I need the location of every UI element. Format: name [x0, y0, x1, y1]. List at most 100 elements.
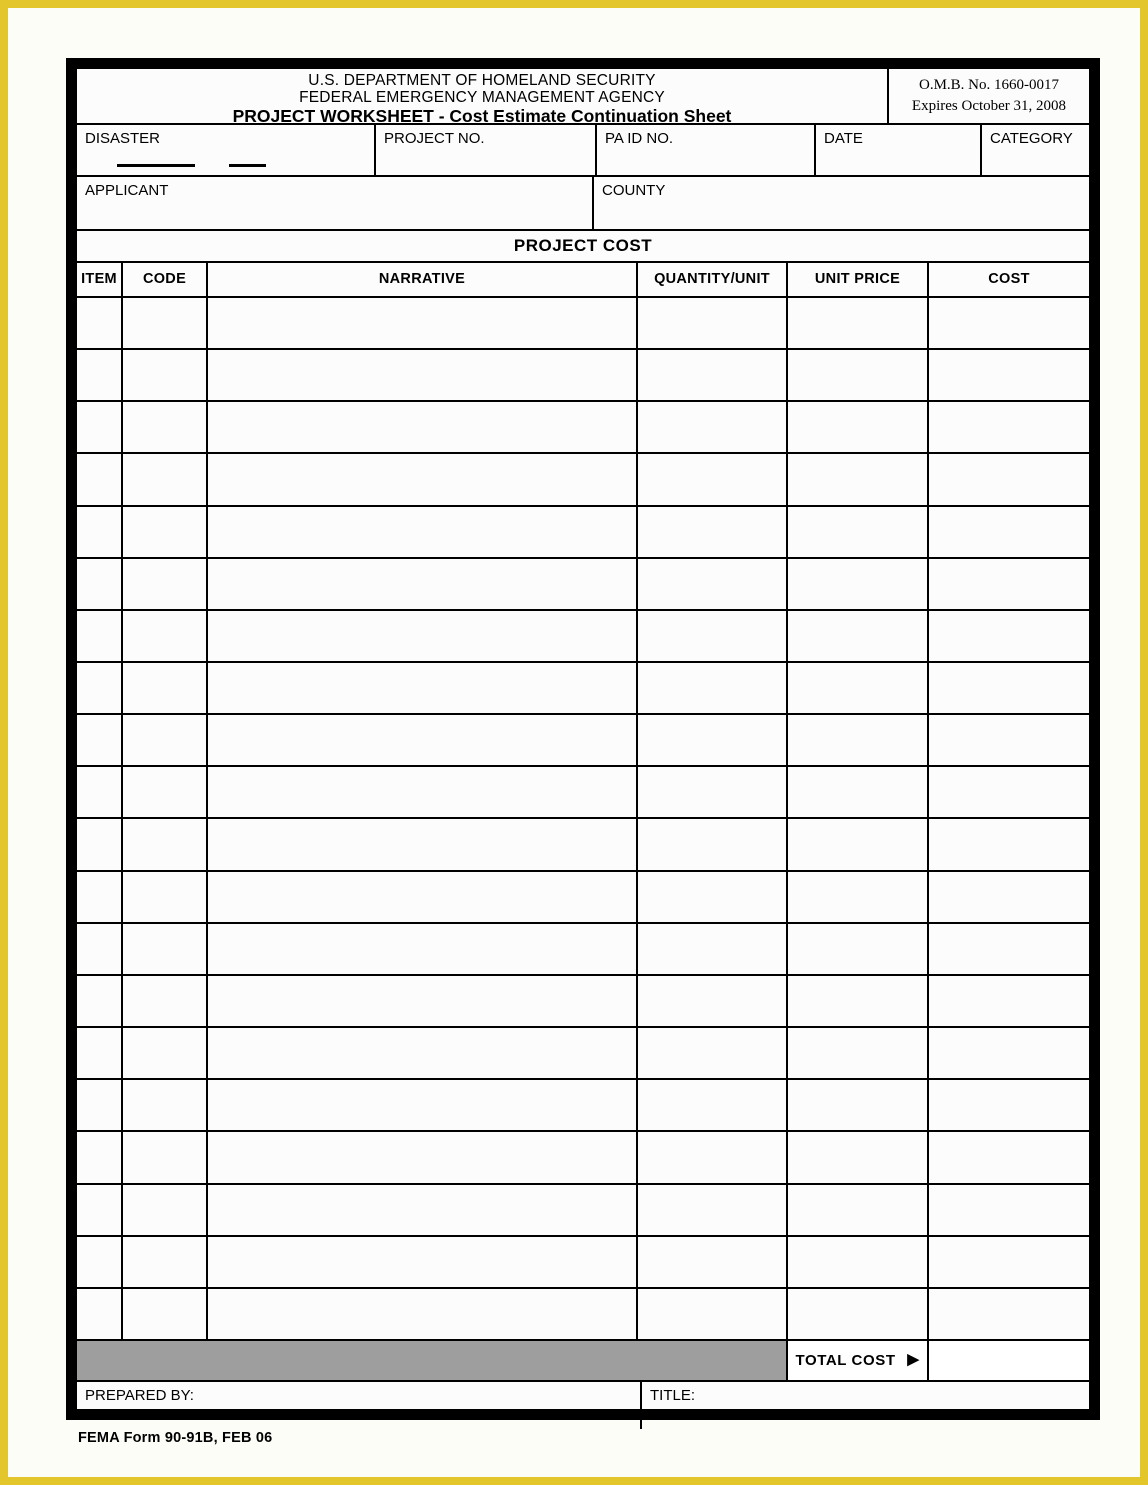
- project-no-field[interactable]: PROJECT NO.: [376, 125, 595, 175]
- cell-item[interactable]: [77, 1080, 121, 1130]
- applicant-field[interactable]: APPLICANT: [77, 177, 592, 229]
- cell-item[interactable]: [77, 872, 121, 922]
- cell-cost[interactable]: [929, 1132, 1100, 1182]
- cell-item[interactable]: [77, 820, 121, 870]
- cell-quantity-unit[interactable]: [638, 402, 786, 452]
- cell-item[interactable]: [77, 402, 121, 452]
- cell-code[interactable]: [123, 611, 206, 661]
- cell-unit-price[interactable]: [788, 872, 927, 922]
- cell-item[interactable]: [77, 1028, 121, 1078]
- cell-unit-price[interactable]: [788, 1185, 927, 1235]
- cell-code[interactable]: [123, 1185, 206, 1235]
- cell-item[interactable]: [77, 1289, 121, 1341]
- cell-item[interactable]: [77, 924, 121, 974]
- disaster-field[interactable]: DISASTER: [77, 125, 374, 175]
- cell-cost[interactable]: [929, 1289, 1100, 1341]
- cell-narrative[interactable]: [208, 1028, 636, 1078]
- pa-id-no-field[interactable]: PA ID NO.: [597, 125, 814, 175]
- cell-narrative[interactable]: [208, 1080, 636, 1130]
- cell-quantity-unit[interactable]: [638, 611, 786, 661]
- cell-code[interactable]: [123, 872, 206, 922]
- cell-code[interactable]: [123, 298, 206, 348]
- cell-item[interactable]: [77, 715, 121, 765]
- cell-code[interactable]: [123, 350, 206, 400]
- cell-unit-price[interactable]: [788, 663, 927, 713]
- cell-code[interactable]: [123, 1080, 206, 1130]
- cell-item[interactable]: [77, 454, 121, 504]
- cell-narrative[interactable]: [208, 715, 636, 765]
- cell-cost[interactable]: [929, 924, 1100, 974]
- cell-narrative[interactable]: [208, 1289, 636, 1341]
- cell-item[interactable]: [77, 298, 121, 348]
- cell-quantity-unit[interactable]: [638, 1028, 786, 1078]
- cell-quantity-unit[interactable]: [638, 1237, 786, 1287]
- cell-code[interactable]: [123, 402, 206, 452]
- cell-unit-price[interactable]: [788, 611, 927, 661]
- cell-item[interactable]: [77, 611, 121, 661]
- cell-code[interactable]: [123, 767, 206, 817]
- cell-cost[interactable]: [929, 1080, 1100, 1130]
- cell-cost[interactable]: [929, 820, 1100, 870]
- cell-code[interactable]: [123, 820, 206, 870]
- cell-quantity-unit[interactable]: [638, 715, 786, 765]
- cell-cost[interactable]: [929, 976, 1100, 1026]
- cell-quantity-unit[interactable]: [638, 1080, 786, 1130]
- cell-narrative[interactable]: [208, 454, 636, 504]
- cell-code[interactable]: [123, 715, 206, 765]
- cell-quantity-unit[interactable]: [638, 454, 786, 504]
- cell-unit-price[interactable]: [788, 507, 927, 557]
- cell-narrative[interactable]: [208, 767, 636, 817]
- cell-code[interactable]: [123, 976, 206, 1026]
- cell-narrative[interactable]: [208, 350, 636, 400]
- cell-quantity-unit[interactable]: [638, 820, 786, 870]
- cell-code[interactable]: [123, 1289, 206, 1341]
- cell-cost[interactable]: [929, 872, 1100, 922]
- cell-quantity-unit[interactable]: [638, 663, 786, 713]
- cell-item[interactable]: [77, 507, 121, 557]
- cell-cost[interactable]: [929, 1028, 1100, 1078]
- cell-unit-price[interactable]: [788, 1132, 927, 1182]
- cell-cost[interactable]: [929, 454, 1100, 504]
- cell-unit-price[interactable]: [788, 715, 927, 765]
- cell-code[interactable]: [123, 559, 206, 609]
- cell-cost[interactable]: [929, 507, 1100, 557]
- cell-item[interactable]: [77, 767, 121, 817]
- cell-unit-price[interactable]: [788, 1289, 927, 1341]
- cell-cost[interactable]: [929, 402, 1100, 452]
- cell-narrative[interactable]: [208, 976, 636, 1026]
- cell-unit-price[interactable]: [788, 559, 927, 609]
- prepared-by-field[interactable]: PREPARED BY:: [77, 1382, 640, 1429]
- cell-code[interactable]: [123, 1028, 206, 1078]
- cell-unit-price[interactable]: [788, 1237, 927, 1287]
- cell-narrative[interactable]: [208, 924, 636, 974]
- cell-cost[interactable]: [929, 559, 1100, 609]
- cell-narrative[interactable]: [208, 820, 636, 870]
- cell-item[interactable]: [77, 559, 121, 609]
- cell-code[interactable]: [123, 1237, 206, 1287]
- cell-narrative[interactable]: [208, 872, 636, 922]
- county-field[interactable]: COUNTY: [594, 177, 1089, 229]
- cell-narrative[interactable]: [208, 663, 636, 713]
- cell-narrative[interactable]: [208, 1237, 636, 1287]
- cell-quantity-unit[interactable]: [638, 559, 786, 609]
- date-field[interactable]: DATE: [816, 125, 980, 175]
- cell-unit-price[interactable]: [788, 820, 927, 870]
- cell-code[interactable]: [123, 663, 206, 713]
- cell-code[interactable]: [123, 507, 206, 557]
- cell-narrative[interactable]: [208, 298, 636, 348]
- cell-quantity-unit[interactable]: [638, 872, 786, 922]
- cell-quantity-unit[interactable]: [638, 767, 786, 817]
- cell-narrative[interactable]: [208, 611, 636, 661]
- cell-narrative[interactable]: [208, 1185, 636, 1235]
- cell-unit-price[interactable]: [788, 767, 927, 817]
- cell-unit-price[interactable]: [788, 402, 927, 452]
- cell-item[interactable]: [77, 350, 121, 400]
- cell-unit-price[interactable]: [788, 454, 927, 504]
- cell-quantity-unit[interactable]: [638, 1132, 786, 1182]
- cell-code[interactable]: [123, 454, 206, 504]
- cell-item[interactable]: [77, 663, 121, 713]
- category-field[interactable]: CATEGORY: [982, 125, 1089, 175]
- cell-item[interactable]: [77, 976, 121, 1026]
- cell-quantity-unit[interactable]: [638, 350, 786, 400]
- cell-unit-price[interactable]: [788, 1080, 927, 1130]
